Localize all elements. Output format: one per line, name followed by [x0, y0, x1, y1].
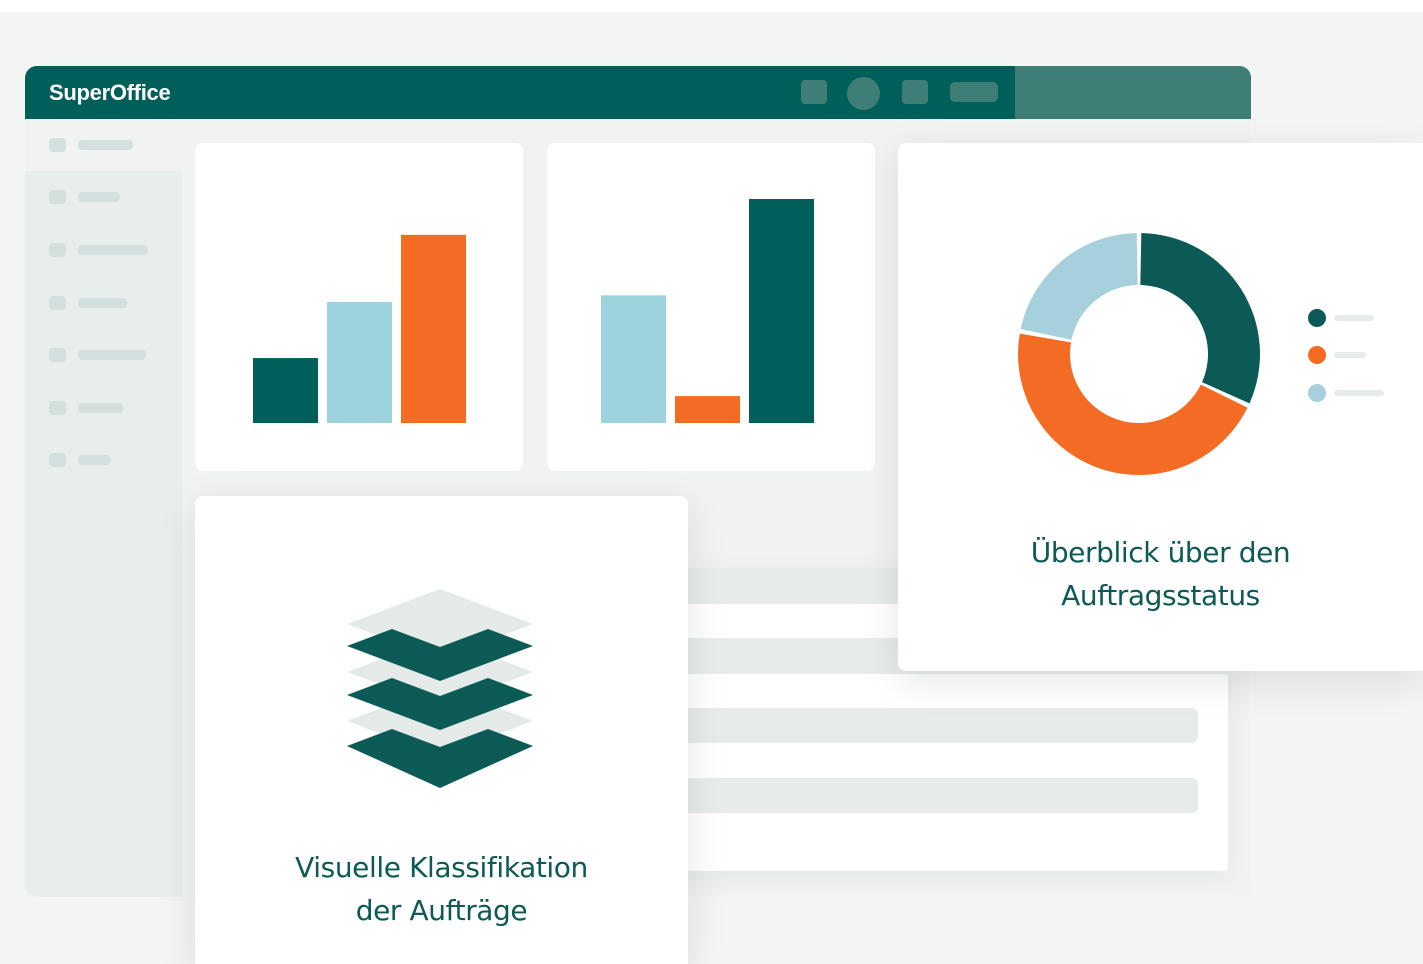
toolbar-square-icon-1[interactable] [801, 80, 827, 104]
sidebar-item-label-placeholder [78, 245, 148, 255]
sidebar-item-label-placeholder [78, 455, 111, 465]
layers-stack-icon [347, 589, 533, 788]
nav-dot-icon [49, 453, 66, 467]
sidebar-item-4[interactable] [25, 277, 182, 329]
bar-chart-2 [601, 199, 814, 423]
sidebar-item-1[interactable] [25, 119, 182, 171]
sidebar-item-7[interactable] [25, 434, 182, 486]
sidebar-item-5[interactable] [25, 329, 182, 381]
sidebar-item-2[interactable] [25, 171, 182, 223]
sidebar-item-label-placeholder [78, 298, 127, 308]
order-status-caption-line1: Überblick über den [1030, 536, 1291, 569]
bar-3[interactable] [401, 234, 466, 423]
order-status-card[interactable]: Überblick über den Auftragsstatus [898, 143, 1423, 671]
bar-2[interactable] [675, 396, 740, 423]
donut-chart [1018, 233, 1384, 475]
sidebar-item-label-placeholder [78, 192, 120, 202]
legend-label-placeholder-2 [1334, 352, 1366, 358]
donut-slice-1[interactable] [1140, 233, 1260, 404]
app-logo[interactable]: SuperOffice [49, 80, 171, 106]
legend-label-placeholder-1 [1334, 315, 1374, 321]
toolbar-pill-button[interactable] [950, 82, 998, 102]
sidebar-item-label-placeholder [78, 403, 123, 413]
nav-dot-icon [49, 401, 66, 415]
list-row[interactable] [672, 778, 1198, 813]
donut-slice-3[interactable] [1020, 233, 1138, 340]
bar-2[interactable] [327, 302, 392, 423]
bar-chart-1 [253, 234, 466, 423]
classification-card[interactable]: Visuelle Klassifikation der Aufträge [195, 496, 688, 964]
nav-dot-icon [49, 296, 66, 310]
legend-dot-2 [1308, 346, 1326, 364]
bar-chart-card-1[interactable] [195, 143, 523, 471]
classification-caption-line1: Visuelle Klassifikation [295, 851, 588, 884]
legend-dot-3 [1308, 384, 1326, 402]
classification-caption-line2: der Aufträge [355, 894, 528, 927]
sidebar [25, 119, 182, 897]
toolbar-square-icon-2[interactable] [902, 80, 928, 104]
bar-1[interactable] [601, 295, 666, 423]
legend-dot-1 [1308, 309, 1326, 327]
legend-label-placeholder-3 [1334, 390, 1384, 396]
sidebar-item-3[interactable] [25, 224, 182, 276]
bar-3[interactable] [749, 199, 814, 423]
nav-dot-icon [49, 243, 66, 257]
bar-chart-card-2[interactable] [547, 143, 875, 471]
sidebar-item-6[interactable] [25, 382, 182, 434]
user-avatar-icon[interactable] [847, 77, 880, 110]
nav-dot-icon [49, 348, 66, 362]
bar-1[interactable] [253, 358, 318, 423]
order-status-caption: Überblick über den Auftragsstatus [898, 531, 1423, 617]
sidebar-item-label-placeholder [78, 350, 146, 360]
nav-dot-icon [49, 138, 66, 152]
title-bar: SuperOffice [25, 66, 1251, 119]
list-row[interactable] [672, 708, 1198, 743]
title-bar-right-region [1015, 66, 1251, 119]
nav-dot-icon [49, 190, 66, 204]
sidebar-item-label-placeholder [78, 140, 133, 150]
order-status-caption-line2: Auftragsstatus [1061, 579, 1260, 612]
classification-caption: Visuelle Klassifikation der Aufträge [195, 846, 688, 932]
